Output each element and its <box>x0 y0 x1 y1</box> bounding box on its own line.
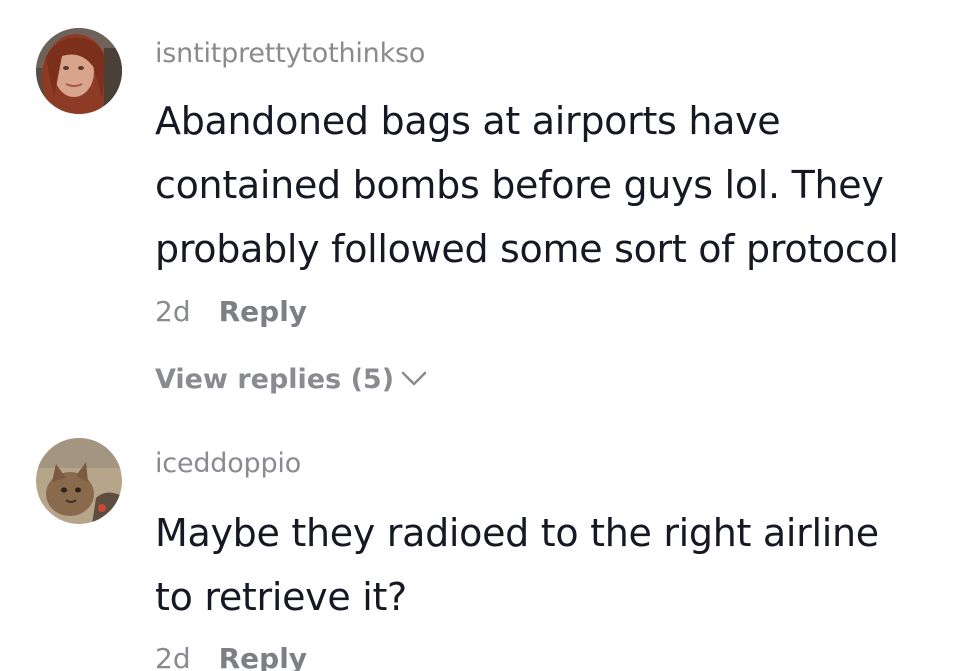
comment-timestamp: 2d <box>155 642 191 671</box>
comment-item: iceddoppio Maybe they radioed to the rig… <box>0 420 980 671</box>
comment-timestamp: 2d <box>155 295 191 328</box>
username[interactable]: isntitprettytothinkso <box>155 38 425 69</box>
user-avatar-cat-icon <box>36 438 122 524</box>
view-replies-label: View replies (5) <box>155 364 395 395</box>
reply-button[interactable]: Reply <box>219 295 307 328</box>
comment-text-line: Maybe they radioed to the right airline <box>155 511 879 555</box>
comment-meta: 2d Reply <box>155 642 307 671</box>
reply-button[interactable]: Reply <box>219 642 307 671</box>
comment-text-line: probably followed some sort of protocol <box>155 227 899 271</box>
user-avatar-red-hair-icon <box>36 28 122 114</box>
comment-text-line: Abandoned bags at airports have <box>155 99 781 143</box>
avatar[interactable] <box>36 28 122 114</box>
comment-text-line: to retrieve it? <box>155 575 407 619</box>
comment-text-line: contained bombs before guys lol. They <box>155 163 884 207</box>
comments-panel: isntitprettytothinkso Abandoned bags at … <box>0 0 980 671</box>
avatar[interactable] <box>36 438 122 524</box>
comment-item: isntitprettytothinkso Abandoned bags at … <box>0 0 980 420</box>
comment-meta: 2d Reply <box>155 295 307 328</box>
chevron-down-icon <box>400 364 428 395</box>
view-replies-button[interactable]: View replies (5) <box>155 364 428 395</box>
username[interactable]: iceddoppio <box>155 448 301 479</box>
